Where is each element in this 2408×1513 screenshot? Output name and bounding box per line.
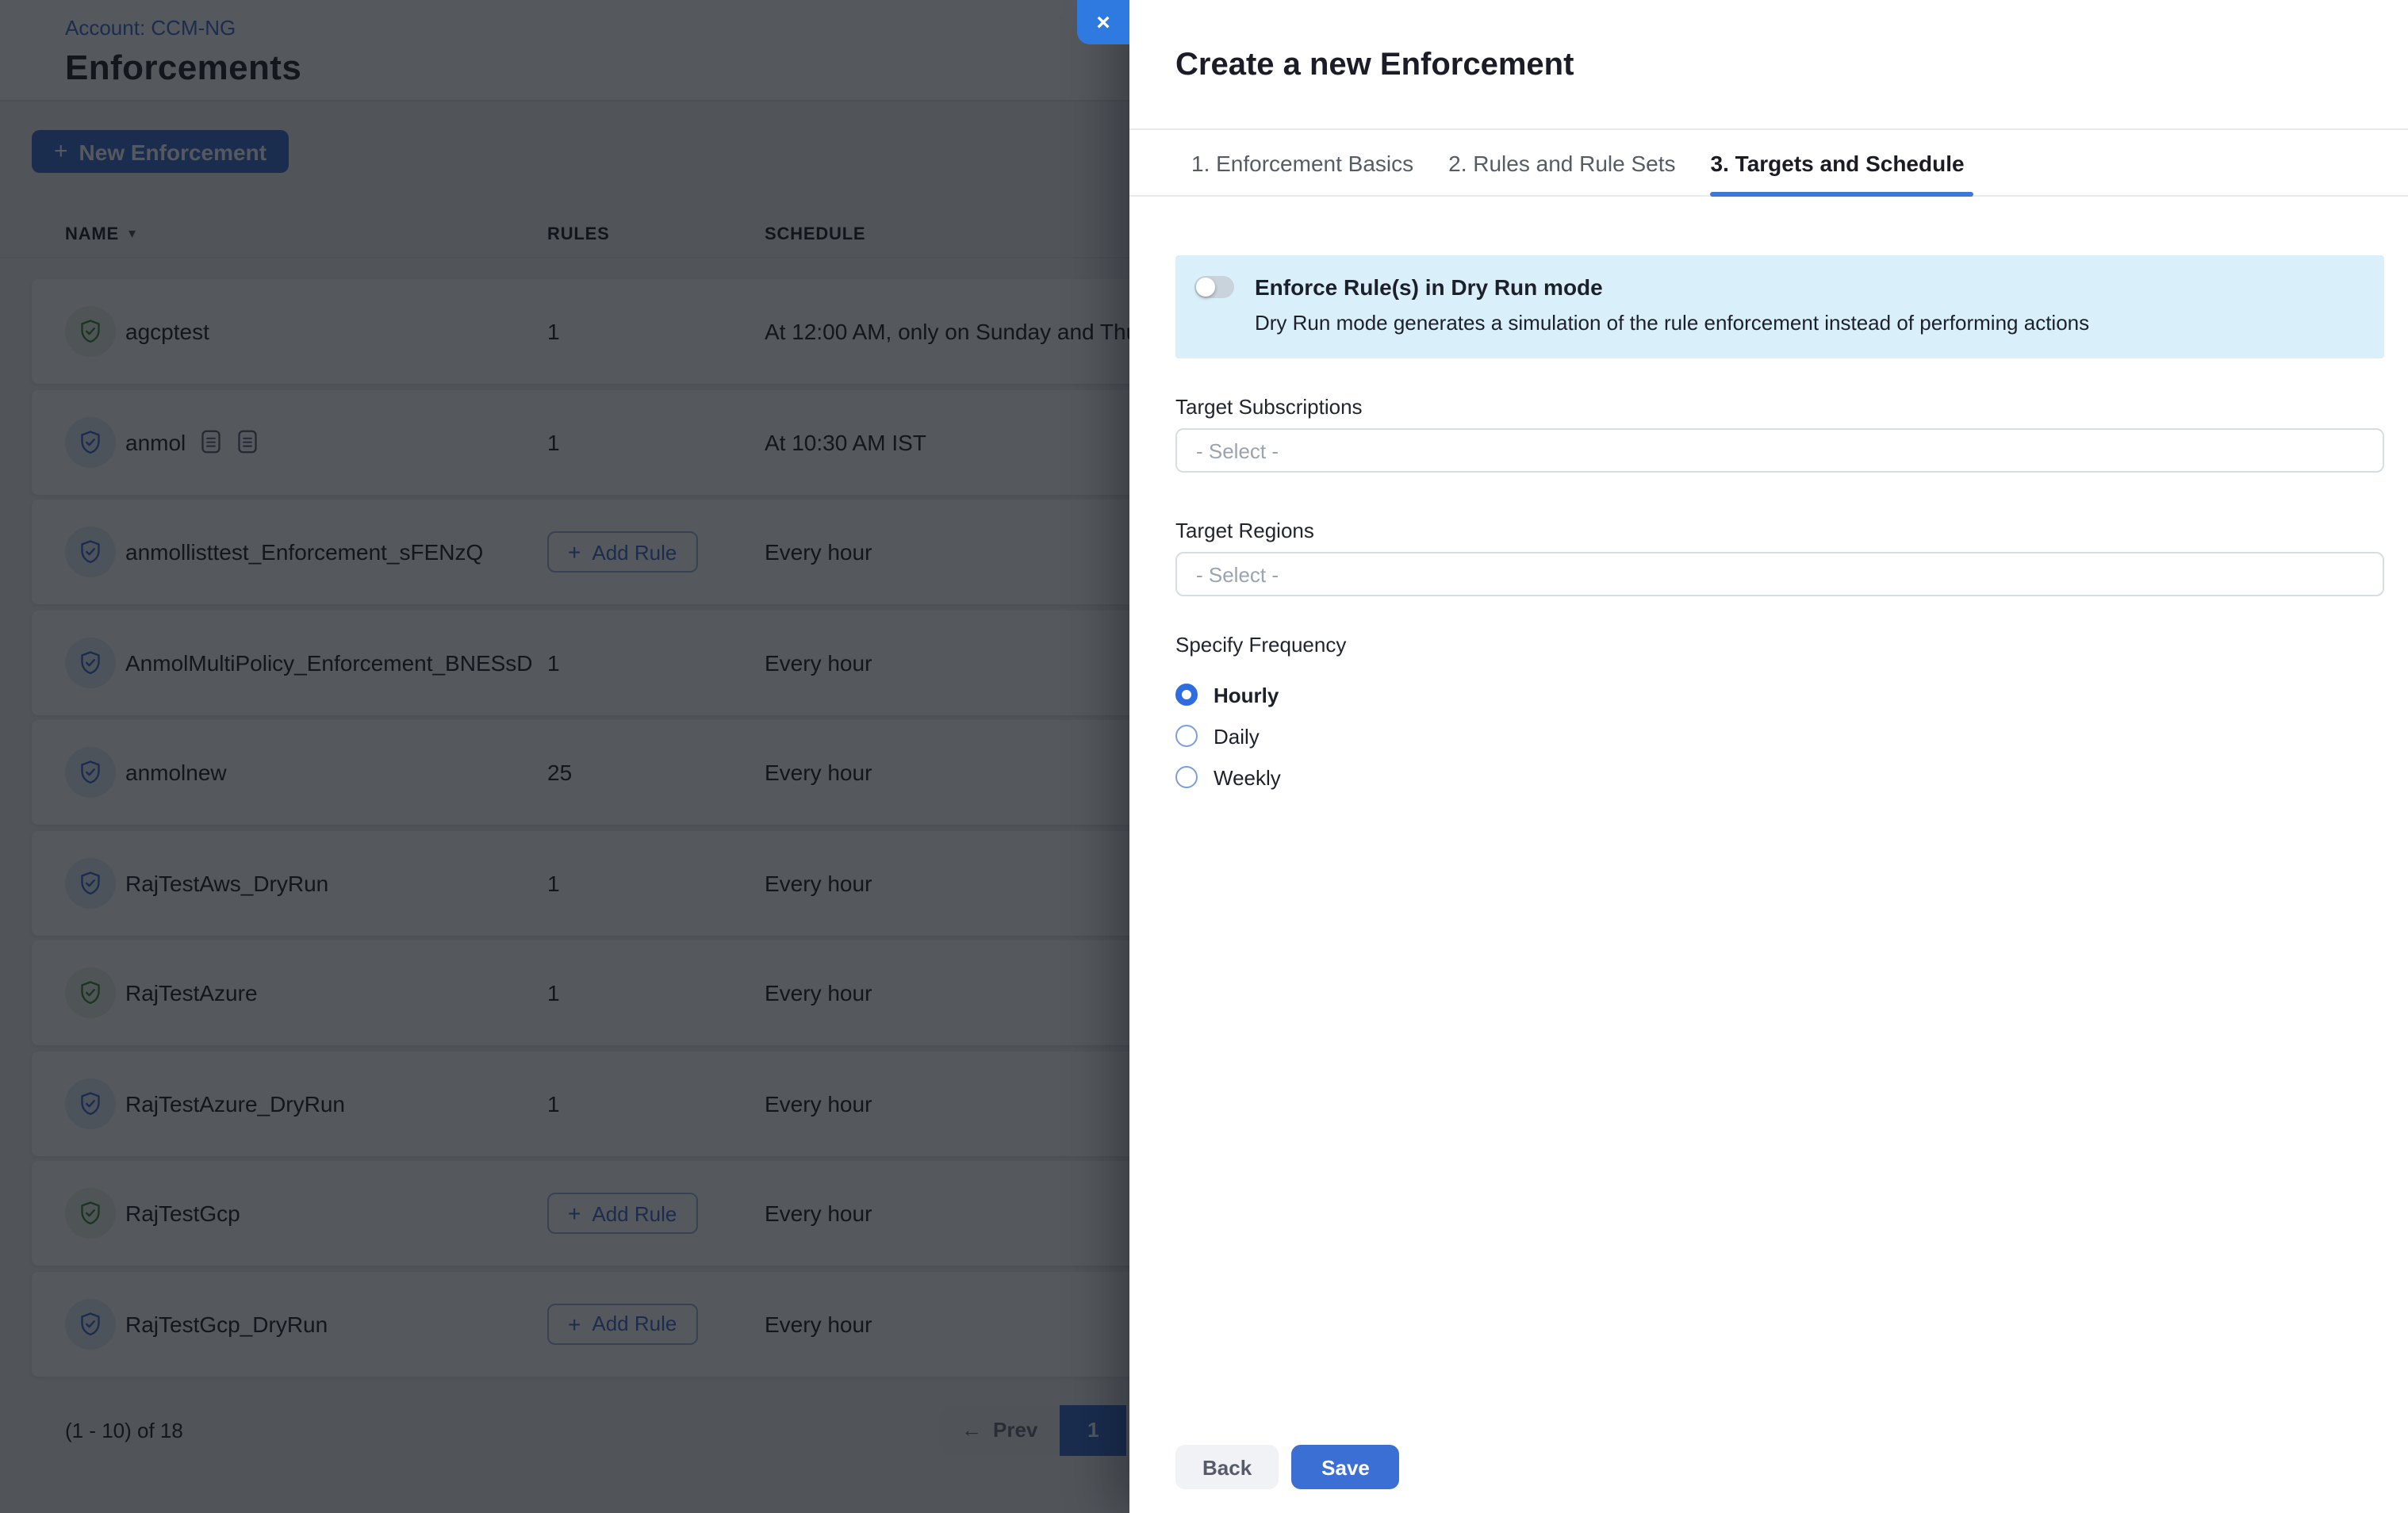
radio-option-daily[interactable]: Daily [1175, 715, 2384, 756]
create-enforcement-drawer: Create a new Enforcement 1. Enforcement … [1129, 0, 2408, 1513]
radio-selected-icon [1175, 684, 1198, 706]
radio-label: Hourly [1214, 683, 1279, 707]
dry-run-description: Dry Run mode generates a simulation of t… [1255, 311, 2089, 335]
dry-run-banner: Enforce Rule(s) in Dry Run mode Dry Run … [1175, 255, 2384, 358]
target-regions-select[interactable]: - Select - [1175, 552, 2384, 596]
dry-run-text: Enforce Rule(s) in Dry Run mode Dry Run … [1255, 274, 2089, 335]
drawer-header: Create a new Enforcement [1129, 0, 2408, 130]
drawer-footer: Back Save [1129, 1445, 2408, 1513]
frequency-options: Hourly Daily Weekly [1175, 674, 2384, 798]
close-drawer-button[interactable]: × [1077, 0, 1129, 44]
drawer-title: Create a new Enforcement [1175, 48, 2362, 84]
app-root: Account: CCM-NG Enforcements + New Enfor… [0, 0, 2408, 1513]
radio-label: Weekly [1214, 765, 1281, 789]
tab-3[interactable]: 3. Targets and Schedule [1711, 130, 1965, 195]
drawer-content: Enforce Rule(s) in Dry Run mode Dry Run … [1129, 197, 2408, 798]
radio-label: Daily [1214, 724, 1260, 748]
close-icon: × [1096, 9, 1110, 36]
back-button[interactable]: Back [1175, 1445, 1279, 1489]
radio-unselected-icon [1175, 725, 1198, 747]
specify-frequency-label: Specify Frequency [1175, 633, 2384, 657]
radio-option-hourly[interactable]: Hourly [1175, 674, 2384, 715]
drawer-tabs: 1. Enforcement Basics 2. Rules and Rule S… [1129, 130, 2408, 197]
select-placeholder: - Select - [1196, 562, 1279, 586]
target-subscriptions-select[interactable]: - Select - [1175, 428, 2384, 473]
target-subscriptions-label: Target Subscriptions [1175, 395, 2384, 419]
target-regions-label: Target Regions [1175, 519, 2384, 542]
radio-option-weekly[interactable]: Weekly [1175, 756, 2384, 798]
tab-2[interactable]: 2. Rules and Rule Sets [1448, 130, 1675, 195]
radio-unselected-icon [1175, 766, 1198, 788]
dry-run-toggle[interactable] [1194, 276, 1234, 298]
save-button[interactable]: Save [1291, 1445, 1400, 1489]
dry-run-title: Enforce Rule(s) in Dry Run mode [1255, 274, 2089, 300]
toggle-knob [1196, 278, 1215, 297]
tab-1[interactable]: 1. Enforcement Basics [1191, 130, 1413, 195]
select-placeholder: - Select - [1196, 439, 1279, 462]
